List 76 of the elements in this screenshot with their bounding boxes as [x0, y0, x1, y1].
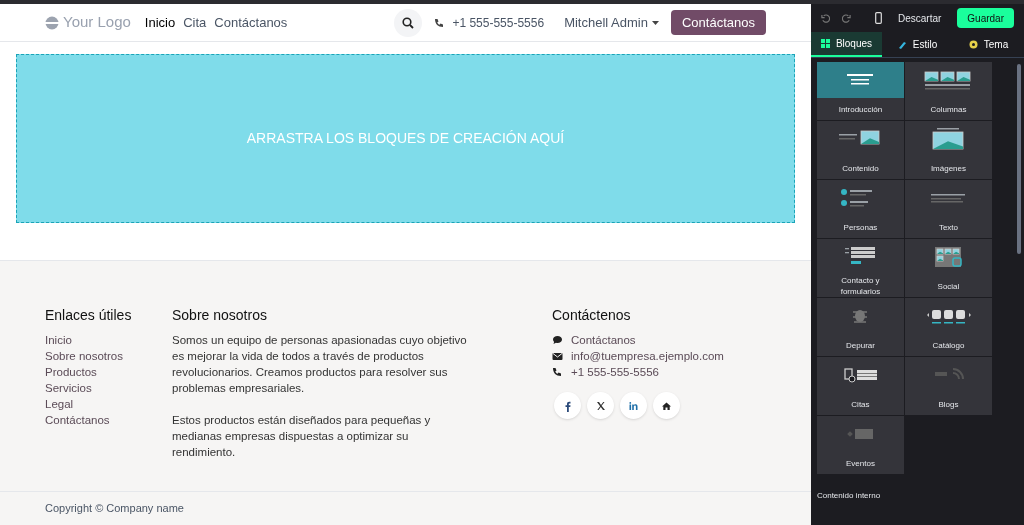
- events-icon: [847, 429, 874, 439]
- search-icon: [402, 16, 415, 29]
- block-tile[interactable]: Social: [904, 239, 992, 297]
- copyright-text: Copyright © Company name: [45, 501, 184, 517]
- social-link[interactable]: [554, 392, 581, 419]
- block-tile[interactable]: Imágenes: [904, 121, 992, 179]
- footer-link[interactable]: Servicios: [45, 380, 92, 396]
- editor-tab[interactable]: Estilo: [881, 32, 953, 57]
- phone-link[interactable]: +1 555-555-5556: [452, 13, 545, 32]
- section-heading: Contenido interno: [816, 490, 882, 502]
- blocks-icon: [820, 39, 830, 48]
- nav-link[interactable]: Inicio: [144, 12, 176, 33]
- paragraph: Somos un equipo de personas apasionadas cuyo objetivo es mejorar la vida de todos a través de productos revolucionarios. Creamos productos para resolver sus problemas empresariales.: [172, 333, 468, 396]
- footer-link[interactable]: Inicio: [45, 332, 72, 348]
- logo-icon: [45, 15, 59, 30]
- block-tile[interactable]: Personas: [816, 180, 904, 238]
- search-button[interactable]: [394, 8, 423, 37]
- phone-icon: [552, 367, 563, 377]
- block-tile[interactable]: Catálogo: [904, 298, 992, 356]
- redo-icon[interactable]: [841, 13, 851, 23]
- block-label: Imágenes: [929, 162, 967, 175]
- discard-button[interactable]: Descartar: [893, 10, 946, 26]
- contact-link[interactable]: info@tuempresa.ejemplo.com: [571, 348, 724, 364]
- footer-link[interactable]: Sobre nosotros: [45, 348, 123, 364]
- undo-icon[interactable]: [820, 13, 830, 23]
- theme-icon: [968, 40, 978, 49]
- caret-icon: [651, 20, 659, 25]
- block-label: Personas: [842, 221, 879, 234]
- mail-icon: [552, 351, 563, 361]
- block-tile[interactable]: Texto: [904, 180, 992, 238]
- block-label: Depurar: [845, 339, 876, 352]
- block-label: Eventos: [845, 457, 876, 470]
- contact-link[interactable]: Contáctanos: [571, 332, 636, 348]
- drop-zone-text: ARRASTRA LOS BLOQUES DE CREACIÓN AQUÍ: [246, 129, 565, 148]
- style-icon: [897, 40, 907, 49]
- social-link[interactable]: [587, 392, 614, 419]
- block-label: Columnas: [929, 103, 968, 116]
- paragraph: Estos productos están diseñados para pequeñas y medianas empresas dispuestas a optimizar su rendimiento.: [172, 413, 432, 460]
- nav-link[interactable]: Contáctanos: [214, 12, 288, 33]
- phone-icon: [434, 17, 445, 28]
- block-label: Introducción: [837, 103, 884, 116]
- footer-link[interactable]: Legal: [45, 396, 74, 412]
- footer-heading: Contáctenos: [552, 306, 632, 325]
- block-label: Contenido: [841, 162, 880, 175]
- contact-button[interactable]: Contáctanos: [670, 10, 766, 35]
- block-tile[interactable]: Introducción: [816, 62, 904, 120]
- footer-heading: Enlaces útiles: [45, 306, 133, 325]
- block-tile[interactable]: Eventos: [816, 416, 904, 474]
- chat-icon: [552, 335, 563, 345]
- nav-link[interactable]: Cita: [183, 12, 207, 33]
- editor-tab[interactable]: Bloques: [810, 32, 882, 57]
- user-menu[interactable]: Mitchell Admin: [564, 12, 659, 33]
- block-label: Citas: [850, 398, 871, 411]
- scrollbar[interactable]: [1017, 64, 1021, 254]
- block-label: Texto: [937, 221, 959, 234]
- contact-link[interactable]: +1 555-555-5556: [571, 364, 659, 380]
- block-tile[interactable]: Depurar: [816, 298, 904, 356]
- block-label: Social: [936, 280, 961, 293]
- editor-tab[interactable]: Tema: [953, 32, 1024, 57]
- x-icon: [594, 399, 607, 412]
- block-label: Catálogo: [931, 339, 966, 352]
- footer-heading: Sobre nosotros: [172, 306, 268, 325]
- footer-link[interactable]: Productos: [45, 364, 97, 380]
- mobile-icon[interactable]: [874, 12, 882, 24]
- block-label: Blogs: [937, 398, 960, 411]
- block-tile[interactable]: Contenido: [816, 121, 904, 179]
- block-label: Contacto y formularios: [839, 275, 882, 297]
- social-link[interactable]: [653, 392, 680, 419]
- save-button[interactable]: Guardar: [957, 8, 1014, 28]
- block-tile[interactable]: Blogs: [904, 357, 992, 415]
- bug-icon: [852, 309, 869, 323]
- block-tile[interactable]: Contacto y formularios: [816, 239, 904, 297]
- linkedin-icon: [627, 399, 640, 412]
- block-tile[interactable]: Citas: [816, 357, 904, 415]
- block-tile[interactable]: Columnas: [904, 62, 992, 120]
- footer-link[interactable]: Contáctanos: [45, 412, 110, 428]
